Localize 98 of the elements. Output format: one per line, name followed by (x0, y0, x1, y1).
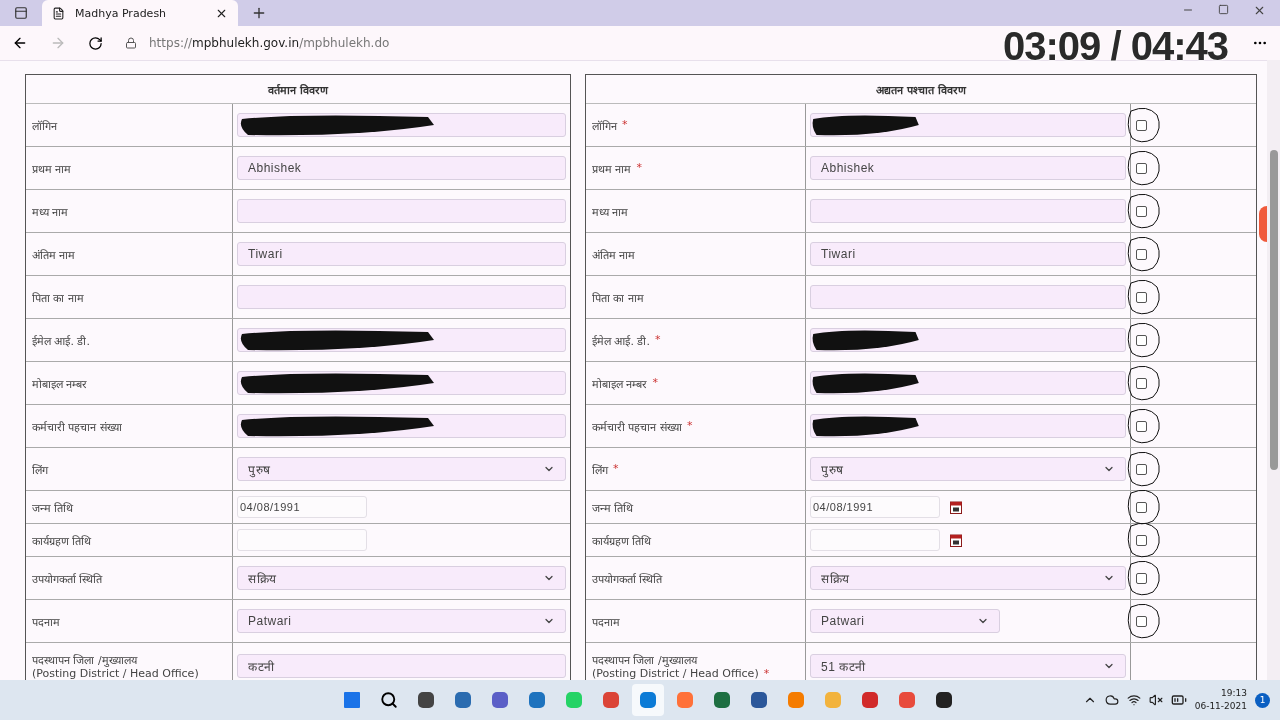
select-field[interactable]: सक्रिय (810, 566, 1126, 590)
address-field[interactable]: https://mpbhulekh.gov.in/mpbhulekh.do (149, 36, 390, 50)
field-label: कर्मचारी पहचान संख्या (592, 419, 682, 434)
input-field[interactable] (237, 113, 566, 137)
input-field[interactable]: Tiwari (810, 242, 1126, 266)
cloud-icon[interactable] (1104, 693, 1119, 707)
field-label: पदस्थापन जिला /मुख्यालय (32, 653, 137, 667)
checkbox[interactable] (1136, 205, 1147, 217)
checkbox[interactable] (1136, 572, 1147, 584)
date-field[interactable] (237, 529, 367, 551)
page-icon (52, 6, 65, 20)
field-label: पदनाम (592, 614, 620, 629)
floating-button-icon[interactable] (1259, 206, 1267, 242)
select-field[interactable]: 51 कटनी (810, 654, 1126, 678)
input-field[interactable] (237, 199, 566, 223)
field-label: जन्म तिथि (592, 500, 634, 515)
checkbox[interactable] (1136, 334, 1147, 346)
input-field[interactable]: Abhishek (810, 156, 1126, 180)
checkbox[interactable] (1136, 291, 1147, 303)
checkbox[interactable] (1136, 420, 1147, 432)
lock-icon (125, 37, 137, 49)
input-field[interactable] (237, 328, 566, 352)
mute-icon[interactable] (1148, 693, 1163, 707)
field-label: मध्य नाम (32, 204, 69, 219)
input-field[interactable] (810, 285, 1126, 309)
field-label: प्रथम नाम (32, 161, 72, 176)
select-field[interactable]: Patwari (237, 609, 566, 633)
checkbox[interactable] (1136, 162, 1147, 174)
input-field[interactable] (810, 113, 1126, 137)
field-label: लॉगिन (32, 118, 57, 133)
field-label: लॉगिन (592, 118, 617, 133)
input-field[interactable]: Abhishek (237, 156, 566, 180)
notification-badge[interactable]: 1 (1255, 692, 1270, 708)
input-field[interactable] (810, 328, 1126, 352)
required-mark: * (655, 332, 661, 348)
input-field[interactable] (810, 371, 1126, 395)
select-field[interactable]: पुरुष (237, 457, 566, 481)
field-label: मध्य नाम (592, 204, 629, 219)
field-label: मोबाइल नम्बर (32, 376, 88, 391)
wifi-icon[interactable] (1126, 693, 1141, 707)
input-field[interactable]: कटनी (237, 654, 566, 678)
field-label: ईमेल आई. डी. (32, 333, 90, 348)
field-label: लिंग (32, 462, 48, 477)
video-time-overlay: 03:09 / 04:43 (1003, 24, 1228, 69)
field-label: पिता का नाम (592, 290, 644, 305)
field-label: उपयोगकर्ता स्थिति (32, 571, 103, 586)
field-label: उपयोगकर्ता स्थिति (592, 571, 663, 586)
table-heading: वर्तमान विवरण (26, 75, 570, 104)
date-field[interactable]: 04/08/1991 (237, 496, 367, 518)
field-label: प्रथम नाम (592, 161, 632, 176)
calendar-icon[interactable] (950, 533, 962, 547)
checkbox[interactable] (1136, 119, 1147, 131)
required-mark: * (763, 667, 770, 680)
date-field[interactable]: 04/08/1991 (810, 496, 940, 518)
field-label: अंतिम नाम (32, 247, 76, 262)
select-field[interactable]: Patwari (810, 609, 1000, 633)
field-label: पिता का नाम (32, 290, 84, 305)
back-icon[interactable] (12, 35, 28, 51)
checkbox[interactable] (1136, 377, 1147, 389)
select-field[interactable]: पुरुष (810, 457, 1126, 481)
required-mark: * (622, 117, 628, 133)
field-label: अंतिम नाम (592, 247, 636, 262)
required-mark: * (613, 461, 619, 477)
scrollbar[interactable] (1267, 60, 1280, 680)
field-label: मोबाइल नम्बर (592, 376, 648, 391)
field-label: कार्यग्रहण तिथि (592, 533, 652, 548)
checkbox[interactable] (1136, 463, 1147, 475)
field-label: पदस्थापन जिला /मुख्यालय (592, 653, 697, 667)
table-heading: अद्यतन पश्चात विवरण (586, 75, 1256, 104)
field-label: कार्यग्रहण तिथि (32, 533, 92, 548)
date-field[interactable] (810, 529, 940, 551)
input-field[interactable] (237, 371, 566, 395)
field-label: कर्मचारी पहचान संख्या (32, 419, 122, 434)
reload-icon[interactable] (88, 35, 103, 51)
field-label: (Posting District / Head Office) (32, 667, 199, 680)
input-field[interactable] (810, 414, 1126, 438)
browser-tab[interactable]: Madhya Pradesh (42, 0, 238, 26)
field-label: पदनाम (32, 614, 60, 629)
battery-icon[interactable] (1170, 692, 1187, 708)
maximize-icon[interactable] (1218, 3, 1229, 15)
input-field[interactable] (810, 199, 1126, 223)
input-field[interactable] (237, 285, 566, 309)
field-label: ईमेल आई. डी. (592, 333, 650, 348)
field-label: जन्म तिथि (32, 500, 74, 515)
clock[interactable]: 19:13 06-11-2021 (1194, 687, 1247, 713)
checkbox[interactable] (1136, 534, 1147, 546)
calendar-icon[interactable] (950, 500, 962, 514)
checkbox[interactable] (1136, 615, 1147, 627)
input-field[interactable]: Tiwari (237, 242, 566, 266)
checkbox[interactable] (1136, 501, 1147, 513)
required-mark: * (687, 418, 693, 434)
required-mark: * (652, 375, 658, 391)
select-field[interactable]: सक्रिय (237, 566, 566, 590)
field-label: लिंग (592, 462, 608, 477)
checkbox[interactable] (1136, 248, 1147, 260)
field-label: (Posting District / Head Office) (592, 667, 759, 680)
input-field[interactable] (237, 414, 566, 438)
required-mark: * (636, 160, 642, 176)
